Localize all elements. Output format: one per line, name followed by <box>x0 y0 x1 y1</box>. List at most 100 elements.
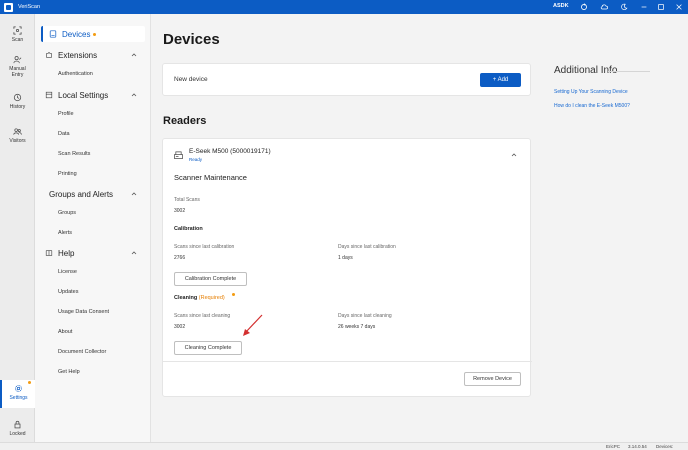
rail-scan[interactable]: Scan <box>0 26 35 43</box>
nav-local-settings-label: Local Settings <box>58 90 109 100</box>
manual-entry-icon <box>13 56 22 64</box>
nav-get-help[interactable]: Get Help <box>58 369 80 375</box>
scans-since-calibration-label: Scans since last calibration <box>174 244 235 250</box>
chevron-up-icon[interactable] <box>131 92 137 98</box>
nav-devices-label: Devices <box>62 29 91 39</box>
nav-printing[interactable]: Printing <box>58 171 77 177</box>
nav-devices[interactable]: Devices <box>41 26 145 42</box>
scanner-maintenance-title: Scanner Maintenance <box>174 173 247 182</box>
days-since-calibration-label: Days since last calibration <box>338 244 396 250</box>
cloud-icon[interactable] <box>598 1 610 13</box>
devices-icon <box>49 30 57 38</box>
gear-icon <box>15 385 22 392</box>
sync-icon[interactable] <box>578 1 590 13</box>
user-name[interactable]: ASDK <box>553 3 569 9</box>
rail-scan-label: Scan <box>11 37 24 43</box>
rail-manual-entry-label: Manual Entry <box>9 66 26 78</box>
clean-device-link[interactable]: How do I clean the E-Seek M500? <box>554 103 630 109</box>
rail-history[interactable]: History <box>0 93 35 110</box>
reader-card: E-Seek M500 (5000019171) Ready Scanner M… <box>162 138 532 397</box>
annotation-arrow <box>243 314 263 336</box>
left-rail: Scan Manual Entry History Visitors Setti… <box>0 14 35 442</box>
status-pc: EricPC <box>606 444 621 449</box>
visitors-icon <box>13 128 22 135</box>
puzzle-icon <box>46 52 52 58</box>
scan-icon <box>13 26 22 35</box>
nav-groups-alerts[interactable]: Groups and Alerts <box>41 186 145 202</box>
maximize-icon[interactable] <box>655 1 667 13</box>
app-title: VeriScan <box>18 4 41 10</box>
total-scans-label: Total Scans <box>174 197 200 203</box>
calibration-title: Calibration <box>174 226 203 232</box>
nav-updates[interactable]: Updates <box>58 289 79 295</box>
chevron-up-icon[interactable] <box>131 52 137 58</box>
nav-alerts[interactable]: Alerts <box>58 230 72 236</box>
app-logo-icon <box>4 2 13 12</box>
days-since-cleaning-label: Days since last cleaning <box>338 313 392 319</box>
rail-visitors[interactable]: Visitors <box>0 127 35 144</box>
nav-extensions-label: Extensions <box>58 50 98 60</box>
dark-mode-icon[interactable] <box>618 1 630 13</box>
days-since-calibration-value: 1 days <box>338 255 353 261</box>
reader-name: E-Seek M500 (5000019171) <box>189 148 271 155</box>
chevron-up-icon[interactable] <box>131 191 137 197</box>
nav-license[interactable]: License <box>58 269 77 275</box>
devices-warning-dot <box>93 32 97 36</box>
lock-icon <box>14 420 21 429</box>
main-content: Devices New device + Add Readers E-Seek … <box>152 14 688 442</box>
rail-locked-label: Locked <box>9 431 26 437</box>
nav-authentication[interactable]: Authentication <box>58 71 93 77</box>
settings-nav: Devices Extensions Authentication Local … <box>35 14 151 442</box>
nav-groups[interactable]: Groups <box>58 210 76 216</box>
nav-help[interactable]: Help <box>41 245 145 261</box>
scanner-icon <box>174 151 183 159</box>
scans-since-cleaning-value: 3002 <box>174 324 186 330</box>
rail-settings-label: Settings <box>9 395 28 401</box>
remove-device-button[interactable]: Remove Device <box>464 372 521 386</box>
chevron-up-icon[interactable] <box>131 250 137 256</box>
rail-settings[interactable]: Settings <box>0 380 35 408</box>
nav-help-label: Help <box>58 248 75 258</box>
readers-title: Readers <box>163 115 207 127</box>
cleaning-title-text: Cleaning <box>174 295 198 301</box>
status-devices[interactable]: Devices: <box>656 444 673 449</box>
rail-locked[interactable]: Locked <box>0 420 35 437</box>
add-device-button[interactable]: + Add <box>480 73 521 87</box>
new-device-label: New device <box>174 76 208 83</box>
local-settings-icon <box>45 91 53 99</box>
nav-scan-results[interactable]: Scan Results <box>58 151 90 157</box>
cleaning-complete-button[interactable]: Cleaning Complete <box>174 341 242 355</box>
help-book-icon <box>45 250 53 256</box>
rail-manual-entry[interactable]: Manual Entry <box>0 55 35 78</box>
cleaning-required-badge: (Required) <box>198 295 225 301</box>
card-divider <box>163 361 532 362</box>
setup-scanning-device-link[interactable]: Setting Up Your Scanning Device <box>554 89 628 95</box>
calibration-complete-button[interactable]: Calibration Complete <box>174 272 247 286</box>
cleaning-title: Cleaning (Required) <box>174 295 225 301</box>
days-since-cleaning-value: 26 weeks 7 days <box>338 324 376 330</box>
minimize-icon[interactable] <box>638 1 650 13</box>
close-icon[interactable] <box>673 1 685 13</box>
nav-usage-data-consent[interactable]: Usage Data Consent <box>58 309 109 315</box>
new-device-card: New device + Add <box>162 63 531 96</box>
rail-visitors-label: Visitors <box>9 138 26 144</box>
nav-about[interactable]: About <box>58 329 72 335</box>
settings-notification-dot <box>28 381 31 384</box>
scans-since-cleaning-label: Scans since last cleaning <box>174 313 231 319</box>
reader-status: Ready <box>189 157 203 162</box>
page-title: Devices <box>163 31 220 48</box>
cleaning-warning-dot <box>232 293 235 296</box>
scans-since-calibration-value: 2766 <box>174 255 186 261</box>
nav-local-settings[interactable]: Local Settings <box>41 87 145 103</box>
chevron-up-icon[interactable] <box>511 152 517 158</box>
nav-groups-alerts-label: Groups and Alerts <box>49 189 114 199</box>
nav-profile[interactable]: Profile <box>58 111 74 117</box>
nav-extensions[interactable]: Extensions <box>41 47 145 63</box>
additional-info-divider <box>608 71 650 72</box>
rail-history-label: History <box>9 104 26 110</box>
title-bar: VeriScan ASDK <box>0 0 688 14</box>
nav-document-collector[interactable]: Document Collector <box>58 349 106 355</box>
status-version: 3.14.0.54 <box>628 444 647 449</box>
total-scans-value: 3002 <box>174 208 186 214</box>
nav-data[interactable]: Data <box>58 131 70 137</box>
